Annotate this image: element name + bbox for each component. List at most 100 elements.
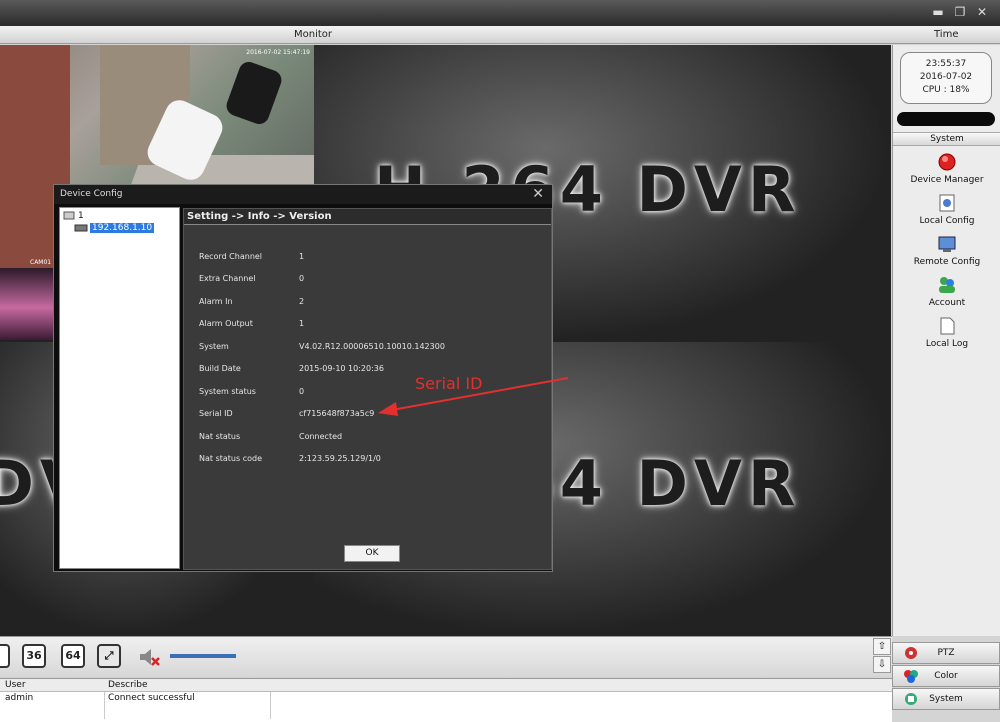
info-row: Nat status code 2:123.59.25.129/1/0 [199, 454, 499, 466]
info-row: Nat status Connected [199, 432, 499, 444]
info-key: Build Date [199, 364, 241, 373]
remote-config-icon [936, 233, 958, 255]
info-key: System [199, 342, 229, 351]
info-key: Alarm In [199, 297, 233, 306]
clock-display: 23:55:37 2016-07-02 CPU : 18% [900, 52, 992, 104]
fullscreen-button[interactable]: ⤢ [97, 644, 121, 668]
header-strip: Monitor Time [0, 26, 1000, 44]
black-car [223, 59, 285, 127]
info-value: 1 [299, 252, 305, 261]
bottom-right-buttons: PTZ Color System [892, 642, 1000, 722]
device-manager-icon [936, 151, 958, 173]
log-header: User Describe [0, 679, 892, 692]
scroll-up-button[interactable]: ⇧ [873, 638, 891, 655]
monitor-label: Monitor [294, 29, 333, 40]
close-window-button[interactable]: ✕ [972, 4, 992, 20]
info-value: V4.02.R12.00006510.10010.142300 [299, 342, 445, 351]
column-user[interactable]: User [5, 680, 26, 690]
local-config-label: Local Config [919, 216, 975, 226]
local-log-item[interactable]: Local Log [893, 315, 1000, 355]
info-row: Record Channel 1 [199, 252, 499, 264]
ptz-button[interactable]: PTZ [892, 642, 1000, 664]
status-bar [897, 112, 995, 126]
info-key: Nat status [199, 432, 241, 441]
clock-date: 2016-07-02 [919, 72, 973, 82]
tree-device-node[interactable]: 192.168.1.10 [74, 223, 155, 233]
toolbar-scroll: ⇧ ⇩ [873, 638, 891, 674]
info-value: Connected [299, 432, 343, 441]
ptz-label: PTZ [937, 648, 955, 658]
restore-button[interactable]: ❐ [950, 4, 970, 20]
mute-icon [140, 649, 160, 666]
system-header: System [893, 132, 1000, 146]
bottom-toolbar: 36 64 ⤢ [0, 636, 892, 676]
device-icon [74, 224, 88, 232]
info-row: System V4.02.R12.00006510.10010.142300 [199, 342, 499, 354]
table-row[interactable]: admin Connect successful [0, 692, 892, 705]
device-tree: 1 192.168.1.10 [59, 207, 180, 569]
log-user: admin [5, 693, 34, 703]
system-icon [905, 693, 917, 705]
info-value: 2:123.59.25.129/1/0 [299, 454, 381, 463]
info-key: Serial ID [199, 409, 233, 418]
cpu-usage: CPU : 18% [922, 85, 970, 95]
camera-label: CAM01 [30, 259, 52, 266]
local-log-icon [936, 315, 958, 337]
info-key: Alarm Output [199, 319, 253, 328]
account-label: Account [928, 298, 966, 308]
time-label: Time [934, 29, 959, 40]
info-value: 0 [299, 274, 305, 283]
column-describe[interactable]: Describe [108, 680, 148, 690]
device-manager-label: Device Manager [910, 175, 984, 185]
tree-root-node[interactable]: 1 [63, 211, 84, 221]
annotation-arrow-icon [378, 377, 569, 416]
dialog-close-icon[interactable]: ✕ [532, 185, 544, 204]
dialog-titlebar: Device Config ✕ [54, 185, 552, 204]
account-item[interactable]: Account [893, 274, 1000, 314]
remote-config-label: Remote Config [913, 257, 981, 267]
serial-id-value: cf715648f873a5c9 [299, 409, 375, 418]
fullscreen-icon: ⤢ [104, 649, 114, 662]
system-label: System [929, 694, 963, 704]
preview-strip [0, 268, 54, 340]
local-config-item[interactable]: Local Config [893, 192, 1000, 232]
remote-config-item[interactable]: Remote Config [893, 233, 1000, 273]
layout-button-partial[interactable] [0, 644, 10, 668]
device-group-icon [63, 211, 75, 220]
tree-device-label: 192.168.1.10 [90, 223, 155, 233]
color-button[interactable]: Color [892, 665, 1000, 687]
scroll-down-button[interactable]: ⇩ [873, 656, 891, 673]
local-log-label: Local Log [925, 339, 969, 349]
layout-36-button[interactable]: 36 [22, 644, 46, 668]
clock-time: 23:55:37 [925, 59, 967, 69]
info-value: 0 [299, 387, 305, 396]
color-label: Color [934, 671, 958, 681]
local-config-icon [936, 192, 958, 214]
layout-64-button[interactable]: 64 [61, 644, 85, 668]
dvr-client-window: ▬ ❐ ✕ Monitor Time H.264 DVR H.264 DVR H… [0, 0, 1000, 722]
log-table: User Describe admin Connect successful [0, 678, 892, 722]
info-key: System status [199, 387, 256, 396]
volume-bar[interactable] [170, 654, 236, 658]
info-value: 1 [299, 319, 305, 328]
info-row: Extra Channel 0 [199, 274, 499, 286]
info-key: Nat status code [199, 454, 262, 463]
dialog-title: Device Config [60, 189, 123, 199]
info-key: Extra Channel [199, 274, 256, 283]
tree-root-label: 1 [78, 211, 84, 221]
info-value: 2 [299, 297, 305, 306]
minimize-button[interactable]: ▬ [928, 4, 948, 20]
right-panel: 23:55:37 2016-07-02 CPU : 18% System Dev… [892, 45, 1000, 636]
info-row: Alarm Output 1 [199, 319, 499, 331]
system-button[interactable]: System [892, 688, 1000, 710]
log-describe: Connect successful [108, 693, 195, 703]
ptz-icon [905, 647, 917, 659]
breadcrumb: Setting -> Info -> Version [184, 209, 551, 225]
device-manager-item[interactable]: Device Manager [893, 151, 1000, 191]
account-icon [936, 274, 958, 296]
window-titlebar: ▬ ❐ ✕ [0, 0, 1000, 26]
ok-button[interactable]: OK [344, 545, 400, 562]
info-row: Alarm In 2 [199, 297, 499, 309]
color-icon [904, 670, 918, 683]
mute-button[interactable] [137, 646, 161, 668]
